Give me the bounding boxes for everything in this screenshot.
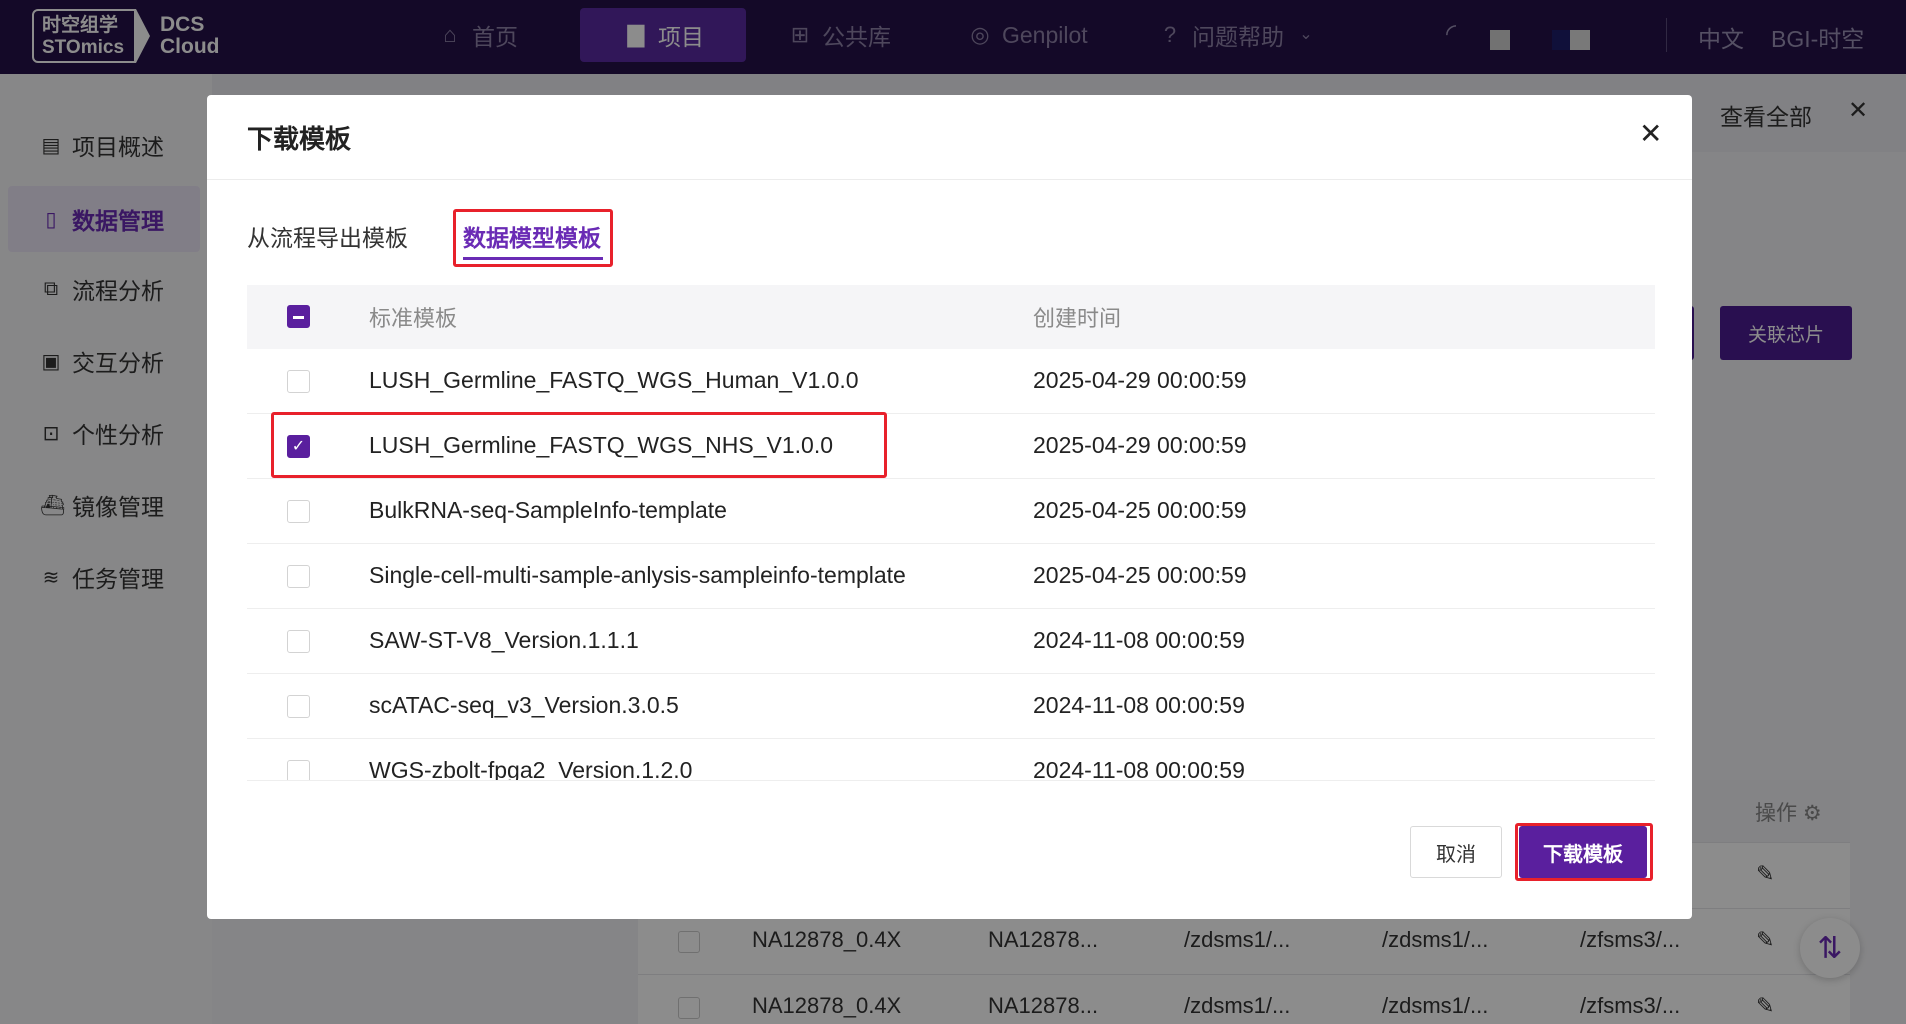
template-name: scATAC-seq_v3_Version.3.0.5 [369, 692, 679, 718]
column-header-name: 标准模板 [369, 306, 458, 331]
cancel-button[interactable]: 取消 [1410, 826, 1502, 878]
select-all-checkbox[interactable] [287, 305, 310, 328]
row-checkbox[interactable] [287, 565, 310, 588]
highlight-box [1515, 823, 1653, 881]
template-name: WGS-zbolt-fpga2_Version.1.2.0 [369, 757, 693, 781]
table-row[interactable]: scATAC-seq_v3_Version.3.0.5 2024-11-08 0… [247, 674, 1655, 739]
template-name: LUSH_Germline_FASTQ_WGS_Human_V1.0.0 [369, 367, 859, 393]
row-checkbox[interactable] [287, 695, 310, 718]
table-row[interactable]: BulkRNA-seq-SampleInfo-template 2025-04-… [247, 479, 1655, 544]
column-header-created: 创建时间 [1033, 306, 1122, 331]
download-template-dialog: 下载模板 ✕ 从流程导出模板 数据模型模板 标准模板 创建时间 LUSH_Ger… [207, 95, 1692, 919]
dialog-divider [207, 179, 1692, 180]
table-row[interactable]: Single-cell-multi-sample-anlysis-samplei… [247, 544, 1655, 609]
highlight-box [271, 412, 887, 478]
template-created-time: 2025-04-29 00:00:59 [1033, 367, 1247, 393]
dialog-title: 下载模板 [247, 124, 352, 154]
template-name: Single-cell-multi-sample-anlysis-samplei… [369, 562, 906, 588]
template-created-time: 2025-04-29 00:00:59 [1033, 432, 1247, 458]
template-name: SAW-ST-V8_Version.1.1.1 [369, 627, 639, 653]
template-table-header [247, 285, 1655, 349]
table-row[interactable]: SAW-ST-V8_Version.1.1.1 2024-11-08 00:00… [247, 609, 1655, 674]
highlight-box [453, 209, 613, 267]
template-created-time: 2025-04-25 00:00:59 [1033, 497, 1247, 523]
row-checkbox[interactable] [287, 500, 310, 523]
template-name: BulkRNA-seq-SampleInfo-template [369, 497, 727, 523]
table-row[interactable]: LUSH_Germline_FASTQ_WGS_Human_V1.0.0 202… [247, 349, 1655, 414]
template-created-time: 2025-04-25 00:00:59 [1033, 562, 1247, 588]
template-created-time: 2024-11-08 00:00:59 [1033, 627, 1245, 653]
row-checkbox[interactable] [287, 370, 310, 393]
row-checkbox[interactable] [287, 760, 310, 780]
close-icon[interactable]: ✕ [1639, 117, 1662, 150]
template-created-time: 2024-11-08 00:00:59 [1033, 757, 1245, 781]
template-created-time: 2024-11-08 00:00:59 [1033, 692, 1245, 718]
tab-export-from-flow[interactable]: 从流程导出模板 [247, 219, 408, 253]
table-row[interactable]: WGS-zbolt-fpga2_Version.1.2.0 2024-11-08… [247, 739, 1655, 781]
row-checkbox[interactable] [287, 630, 310, 653]
